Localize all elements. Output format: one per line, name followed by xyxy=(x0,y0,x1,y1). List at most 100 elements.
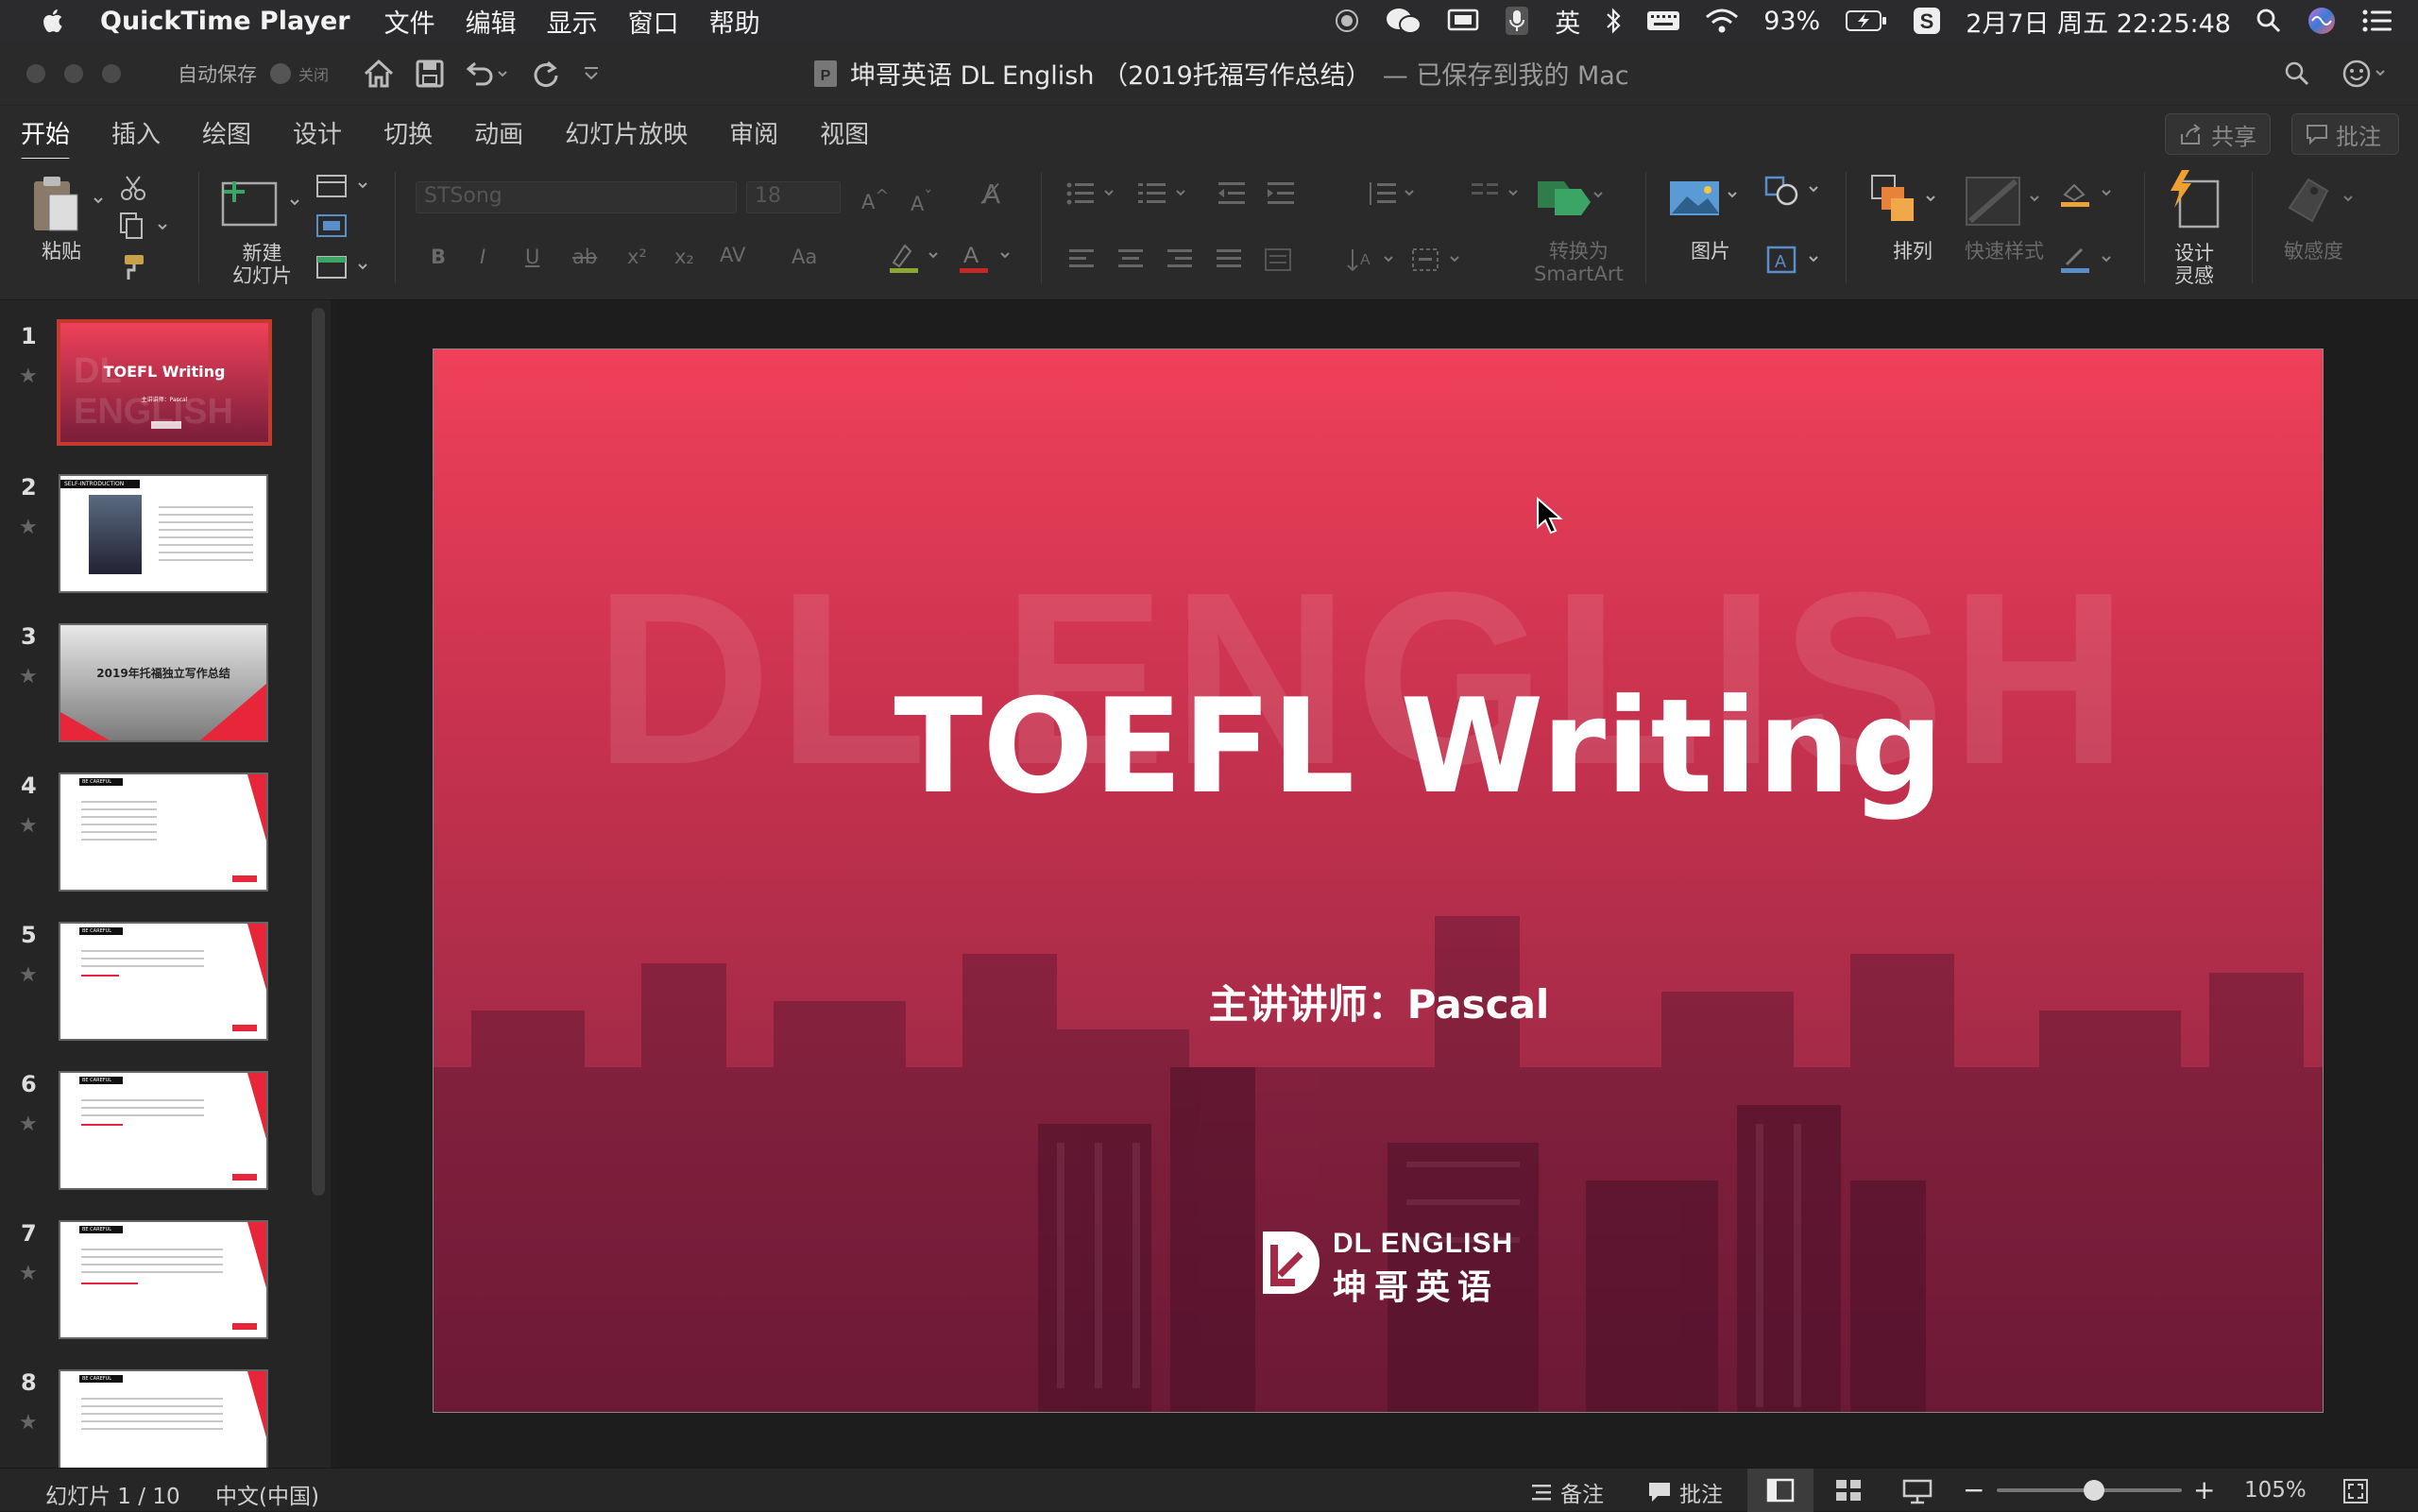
bold-icon[interactable]: B xyxy=(431,246,446,268)
thumbnail-slide-5[interactable]: BE CAREFUL xyxy=(59,922,268,1041)
comments-button[interactable]: 批注 xyxy=(2291,113,2399,155)
align-right-icon[interactable] xyxy=(1166,247,1194,276)
close-window-button[interactable] xyxy=(26,63,45,83)
strikethrough-icon[interactable]: ab xyxy=(572,246,597,268)
thumbnail-row-1[interactable]: 1 ★ DL ENGLISH TOEFL Writing 主讲讲师：Pascal xyxy=(0,319,312,455)
italic-icon[interactable]: I xyxy=(480,246,485,268)
thumbnail-row-2[interactable]: 2 ★ SELF-INTRODUCTION xyxy=(0,474,312,606)
undo-icon[interactable] xyxy=(465,59,510,88)
shapes-icon[interactable] xyxy=(1762,174,1829,215)
comments-status-button[interactable]: 批注 xyxy=(1647,1476,1723,1508)
highlight-color-icon[interactable] xyxy=(888,242,945,280)
redo-icon[interactable] xyxy=(531,59,561,89)
thumbnail-row-8[interactable]: 8 ★ BE CAREFUL xyxy=(0,1369,312,1468)
tab-draw[interactable]: 绘图 xyxy=(202,115,251,150)
numbering-icon[interactable] xyxy=(1137,179,1194,212)
distributed-icon[interactable] xyxy=(1264,247,1292,276)
font-name-select[interactable]: STSong xyxy=(416,181,737,213)
arrange-icon[interactable] xyxy=(1870,174,1946,229)
picture-icon[interactable] xyxy=(1668,179,1744,221)
battery-percent[interactable]: 93% xyxy=(1763,7,1820,36)
menu-window[interactable]: 窗口 xyxy=(628,3,679,40)
thumbnail-slide-1[interactable]: DL ENGLISH TOEFL Writing 主讲讲师：Pascal xyxy=(57,319,272,446)
tab-transitions[interactable]: 切换 xyxy=(383,115,433,150)
menu-edit[interactable]: 编辑 xyxy=(466,3,517,40)
input-method-indicator[interactable]: 英 xyxy=(1555,3,1580,40)
fit-to-window-icon[interactable] xyxy=(2342,1478,2369,1510)
thumbnail-row-6[interactable]: 6 ★ BE CAREFUL xyxy=(0,1071,312,1203)
presenter-view-icon[interactable] xyxy=(1902,1478,1933,1510)
zoom-in-button[interactable]: + xyxy=(2193,1474,2215,1505)
slide-1-editor[interactable]: DL ENGLISH TOEFL Writing 主讲讲师：Pascal DL … xyxy=(433,348,2324,1413)
autosave-toggle[interactable] xyxy=(270,62,291,84)
save-icon[interactable] xyxy=(416,59,444,88)
apple-icon[interactable] xyxy=(40,7,68,35)
superscript-icon[interactable]: x² xyxy=(627,246,647,268)
justify-icon[interactable] xyxy=(1215,247,1243,276)
share-button[interactable]: 共享 xyxy=(2165,113,2271,155)
reset-slide-icon[interactable] xyxy=(315,212,348,244)
thumbnail-row-3[interactable]: 3 ★ 2019年托福独立写作总结 xyxy=(0,623,312,756)
thumbnail-slide-7[interactable]: BE CAREFUL xyxy=(59,1220,268,1339)
microphone-icon[interactable] xyxy=(1504,6,1530,36)
clock[interactable]: 2月7日 周五 22:25:48 xyxy=(1966,3,2231,40)
align-center-icon[interactable] xyxy=(1116,247,1145,276)
section-icon[interactable] xyxy=(315,253,372,285)
text-direction-icon[interactable]: A xyxy=(1345,246,1402,278)
sensitivity-icon[interactable] xyxy=(2284,174,2359,230)
shape-outline-icon[interactable] xyxy=(2059,244,2120,280)
zoom-level[interactable]: 105% xyxy=(2244,1478,2307,1503)
new-slide-icon[interactable] xyxy=(221,176,306,236)
line-spacing-icon[interactable] xyxy=(1366,179,1422,212)
decrease-indent-icon[interactable] xyxy=(1217,179,1249,212)
customize-toolbar-icon[interactable] xyxy=(582,64,601,83)
zoom-out-button[interactable]: − xyxy=(1963,1474,1984,1505)
thumbnail-row-4[interactable]: 4 ★ BE CAREFUL xyxy=(0,773,312,905)
smartart-icon[interactable] xyxy=(1536,176,1611,221)
clear-format-icon[interactable]: A̸ xyxy=(982,181,1000,208)
tab-slideshow[interactable]: 幻灯片放映 xyxy=(565,115,688,150)
tab-insert[interactable]: 插入 xyxy=(111,115,161,150)
text-box-icon[interactable]: A xyxy=(1762,244,1829,280)
layout-icon[interactable] xyxy=(315,172,372,204)
align-text-icon[interactable] xyxy=(1411,246,1468,278)
quick-styles-icon[interactable] xyxy=(1963,174,2048,232)
app-s-icon[interactable]: S xyxy=(1913,7,1941,35)
zoom-window-button[interactable] xyxy=(102,63,121,83)
slide-presenter[interactable]: 主讲讲师：Pascal xyxy=(434,973,2323,1030)
wifi-icon[interactable] xyxy=(1705,8,1739,34)
copy-icon[interactable] xyxy=(119,212,176,244)
minimize-window-button[interactable] xyxy=(64,63,83,83)
search-icon[interactable] xyxy=(2284,60,2310,91)
tab-home[interactable]: 开始 xyxy=(21,115,71,161)
battery-charging-icon[interactable] xyxy=(1845,8,1888,33)
thumbnail-scrollbar[interactable] xyxy=(312,308,325,1196)
keyboard-icon[interactable] xyxy=(1646,8,1680,33)
thumbnail-row-5[interactable]: 5 ★ BE CAREFUL xyxy=(0,922,312,1054)
home-icon[interactable] xyxy=(363,59,395,89)
tab-view[interactable]: 视图 xyxy=(820,115,869,150)
change-case-icon[interactable]: Aa xyxy=(792,246,817,268)
font-size-select[interactable]: 18 xyxy=(746,181,841,213)
menu-file[interactable]: 文件 xyxy=(384,3,435,40)
underline-icon[interactable]: U xyxy=(525,246,539,268)
shape-fill-icon[interactable] xyxy=(2059,179,2120,212)
menu-help[interactable]: 帮助 xyxy=(709,3,760,40)
grow-font-icon[interactable]: A^ xyxy=(861,185,889,213)
thumbnail-slide-2[interactable]: SELF-INTRODUCTION xyxy=(59,474,268,593)
record-icon[interactable] xyxy=(1334,8,1360,34)
subscript-icon[interactable]: x₂ xyxy=(674,246,694,268)
font-color-icon[interactable]: A xyxy=(958,240,1014,280)
wechat-icon[interactable] xyxy=(1385,7,1422,35)
bluetooth-icon[interactable] xyxy=(1605,7,1622,35)
normal-view-button[interactable] xyxy=(1747,1469,1814,1512)
notes-button[interactable]: 备注 xyxy=(1530,1476,1604,1508)
bullets-icon[interactable] xyxy=(1065,179,1122,212)
siri-icon[interactable] xyxy=(2307,6,2337,36)
thumbnail-row-7[interactable]: 7 ★ BE CAREFUL xyxy=(0,1220,312,1352)
slide-sorter-view-icon[interactable] xyxy=(1834,1478,1863,1508)
app-name[interactable]: QuickTime Player xyxy=(100,7,350,36)
zoom-slider[interactable] xyxy=(1997,1480,2182,1501)
thumbnail-slide-4[interactable]: BE CAREFUL xyxy=(59,773,268,892)
format-painter-icon[interactable] xyxy=(119,253,147,285)
